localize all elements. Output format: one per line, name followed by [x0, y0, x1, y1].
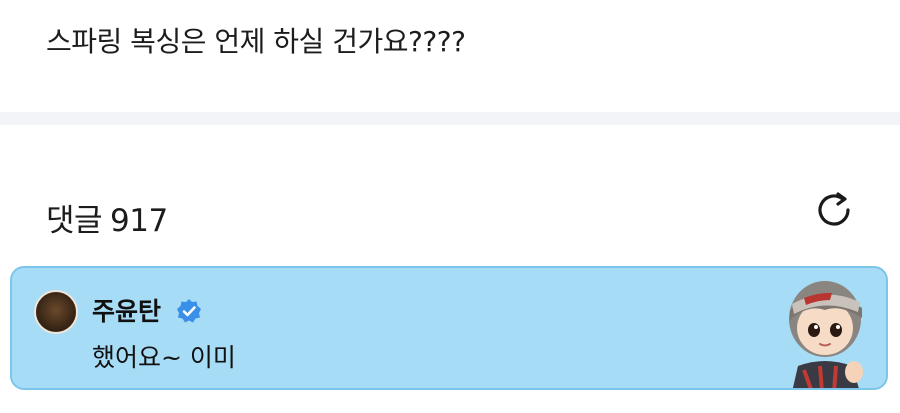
section-divider [0, 112, 900, 125]
post-text: 스파링 복싱은 언제 하실 건가요???? [46, 25, 466, 58]
comments-title: 댓글 917 [46, 195, 168, 240]
avatar[interactable] [34, 290, 78, 334]
comments-header: 댓글 917 [0, 125, 900, 265]
comments-label: 댓글 [46, 203, 103, 239]
comments-count: 917 [110, 203, 168, 239]
character-sticker-icon [789, 281, 863, 388]
comment-item[interactable]: 주윤탄 했어요~ 이미 [10, 266, 888, 390]
post-content: 스파링 복싱은 언제 하실 건가요???? [0, 0, 900, 112]
comment-author[interactable]: 주윤탄 [92, 292, 161, 328]
comment-text: 했어요~ 이미 [92, 343, 236, 372]
refresh-icon[interactable] [812, 188, 856, 232]
verified-badge-icon [177, 299, 201, 323]
